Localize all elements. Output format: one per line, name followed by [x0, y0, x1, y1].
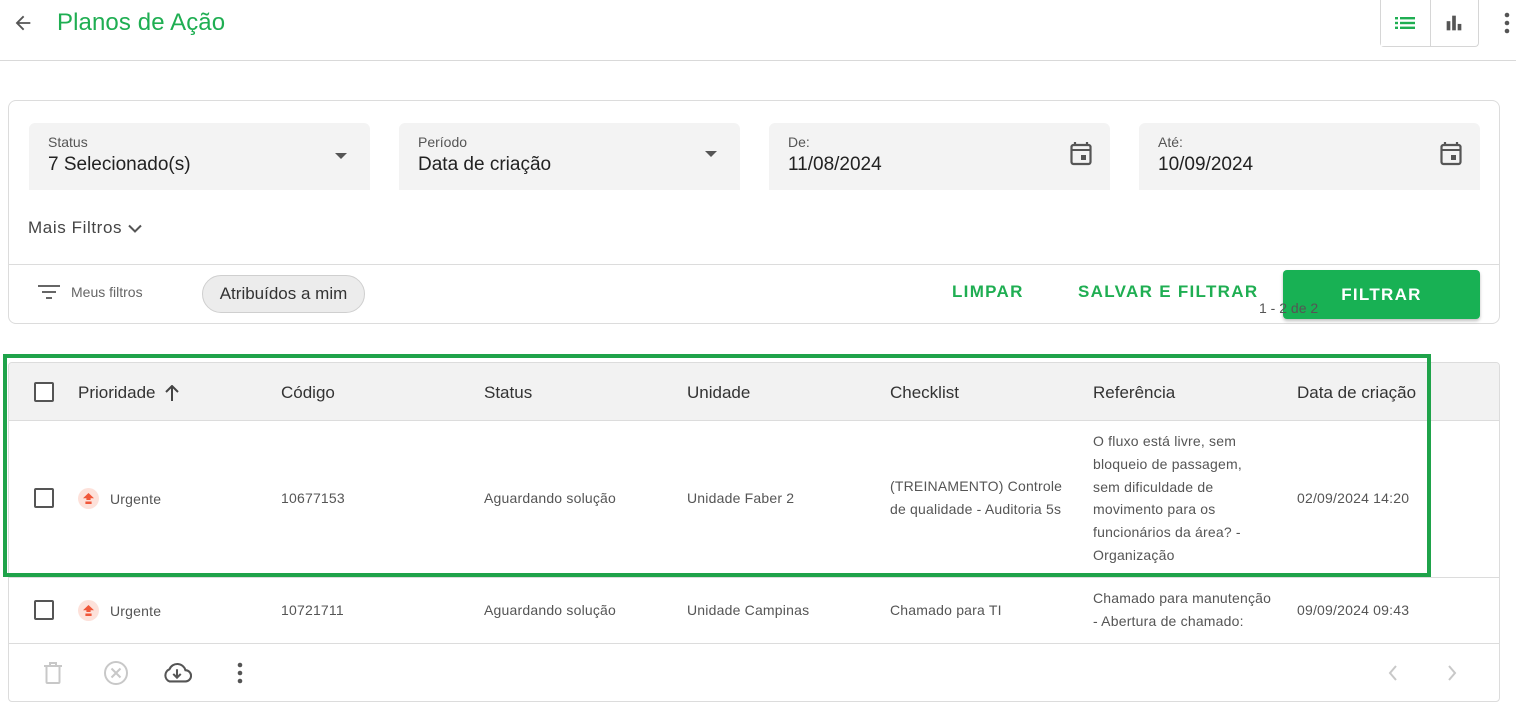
table-row[interactable]: Urgente 10721711 Aguardando solução Unid…	[9, 578, 1499, 644]
app-header: Planos de Ação	[0, 0, 1516, 61]
status-select[interactable]: Status 7 Selecionado(s)	[29, 123, 370, 190]
column-header-code[interactable]: Código	[281, 383, 335, 403]
column-label: Prioridade	[78, 383, 156, 402]
unit-cell: Unidade Faber 2	[687, 490, 795, 506]
reference-cell: Chamado para manutenção - Abertura de ch…	[1093, 587, 1271, 633]
select-all-checkbox[interactable]	[34, 382, 54, 402]
reference-line: - Abertura de chamado:	[1093, 612, 1244, 629]
created-cell: 09/09/2024 09:43	[1297, 602, 1410, 618]
date-to-field[interactable]: Até: 10/09/2024	[1139, 123, 1480, 190]
row-checkbox[interactable]	[34, 600, 54, 620]
view-toggle	[1380, 0, 1479, 47]
my-filters-label: Meus filtros	[71, 284, 143, 300]
table-row[interactable]: Urgente 10677153 Aguardando solução Unid…	[9, 421, 1499, 578]
priority-label: Urgente	[110, 490, 162, 507]
my-filters-button[interactable]: Meus filtros	[37, 282, 143, 302]
chevron-right-icon	[1448, 665, 1457, 681]
more-vertical-icon	[1504, 12, 1510, 34]
priority-cell: Urgente	[78, 488, 161, 509]
more-filters-toggle[interactable]: Mais Filtros	[28, 218, 142, 238]
filter-panel: Status 7 Selecionado(s) Período Data de …	[8, 100, 1500, 324]
status-cell: Aguardando solução	[484, 490, 617, 506]
cancel-circle-icon	[104, 661, 128, 685]
delete-button[interactable]	[38, 658, 68, 688]
column-header-reference[interactable]: Referência	[1093, 383, 1175, 403]
unit-cell: Unidade Campinas	[687, 602, 810, 618]
status-cell: Aguardando solução	[484, 602, 617, 618]
arrow-up-icon	[164, 384, 179, 401]
date-from-field[interactable]: De: 11/08/2024	[769, 123, 1110, 190]
more-actions-button[interactable]	[225, 658, 255, 688]
next-page-button[interactable]	[1437, 658, 1467, 688]
status-value: 7 Selecionado(s)	[48, 154, 191, 175]
table-header: Prioridade Código Status Unidade Checkli…	[9, 363, 1499, 421]
cloud-download-icon	[164, 663, 192, 683]
calendar-icon[interactable]	[1438, 141, 1464, 167]
pagination-info: 1 - 2 de 2	[1259, 300, 1319, 316]
prev-page-button[interactable]	[1378, 658, 1408, 688]
filter-lines-icon	[38, 285, 60, 299]
cancel-button[interactable]	[101, 658, 131, 688]
assigned-to-me-chip[interactable]: Atribuídos a mim	[202, 275, 365, 313]
reference-line: Chamado para manutenção	[1093, 590, 1272, 606]
created-cell: 02/09/2024 14:20	[1297, 490, 1410, 506]
column-header-created[interactable]: Data de criação	[1297, 383, 1416, 403]
code-cell: 10721711	[281, 602, 344, 618]
trash-icon	[44, 662, 62, 684]
chevron-down-icon	[128, 224, 142, 233]
row-checkbox[interactable]	[34, 488, 54, 508]
checklist-line: de qualidade - Auditoria 5s	[890, 500, 1062, 517]
date-to-value: 10/09/2024	[1158, 154, 1254, 175]
chart-view-button[interactable]	[1429, 0, 1479, 46]
reference-line: sem dificuldade de	[1093, 478, 1214, 495]
reference-cell: O fluxo está livre, sem bloqueio de pass…	[1093, 430, 1242, 567]
divider	[9, 264, 1499, 265]
period-value: Data de criação	[418, 154, 552, 175]
caret-down-icon	[698, 141, 724, 167]
reference-line: funcionários da área? -	[1093, 524, 1241, 541]
reference-line: O fluxo está livre, sem	[1093, 433, 1237, 449]
date-from-value: 11/08/2024	[788, 154, 882, 175]
checklist-cell: Chamado para TI	[890, 602, 1002, 618]
date-from-label: De:	[788, 134, 810, 150]
back-button[interactable]	[10, 10, 36, 36]
list-view-button[interactable]	[1381, 0, 1430, 46]
caret-down-icon	[328, 143, 354, 169]
reference-line: bloqueio de passagem,	[1093, 455, 1242, 472]
checklist-cell: (TREINAMENTO) Controle de qualidade - Au…	[890, 475, 1062, 521]
column-header-priority[interactable]: Prioridade	[78, 383, 180, 403]
period-select[interactable]: Período Data de criação	[399, 123, 740, 190]
status-label: Status	[48, 134, 88, 150]
more-vertical-icon	[237, 662, 243, 684]
chevron-left-icon	[1388, 665, 1397, 681]
table-footer	[9, 644, 1499, 701]
priority-up-icon	[78, 600, 99, 621]
priority-cell: Urgente	[78, 600, 161, 621]
action-plans-table: Prioridade Código Status Unidade Checkli…	[8, 362, 1500, 702]
arrow-left-icon	[15, 15, 31, 31]
column-header-unit[interactable]: Unidade	[687, 383, 750, 403]
page-title: Planos de Ação	[57, 9, 226, 36]
column-header-status[interactable]: Status	[484, 383, 532, 403]
date-to-label: Até:	[1158, 134, 1183, 150]
save-and-filter-button[interactable]: SALVAR E FILTRAR	[1078, 282, 1258, 302]
bar-chart-icon	[1446, 15, 1462, 31]
calendar-icon[interactable]	[1068, 141, 1094, 167]
code-cell: 10677153	[281, 490, 345, 506]
column-header-checklist[interactable]: Checklist	[890, 383, 959, 403]
priority-up-icon	[78, 488, 99, 509]
period-label: Período	[418, 134, 468, 150]
clear-button[interactable]: LIMPAR	[952, 282, 1024, 302]
more-options-button[interactable]	[1497, 10, 1516, 36]
checklist-line: (TREINAMENTO) Controle	[890, 478, 1063, 494]
priority-label: Urgente	[110, 602, 162, 619]
reference-line: Organização	[1093, 546, 1175, 563]
list-icon	[1395, 17, 1416, 29]
more-filters-label: Mais Filtros	[28, 218, 123, 237]
reference-line: movimento para os	[1093, 501, 1216, 518]
download-button[interactable]	[162, 658, 192, 688]
